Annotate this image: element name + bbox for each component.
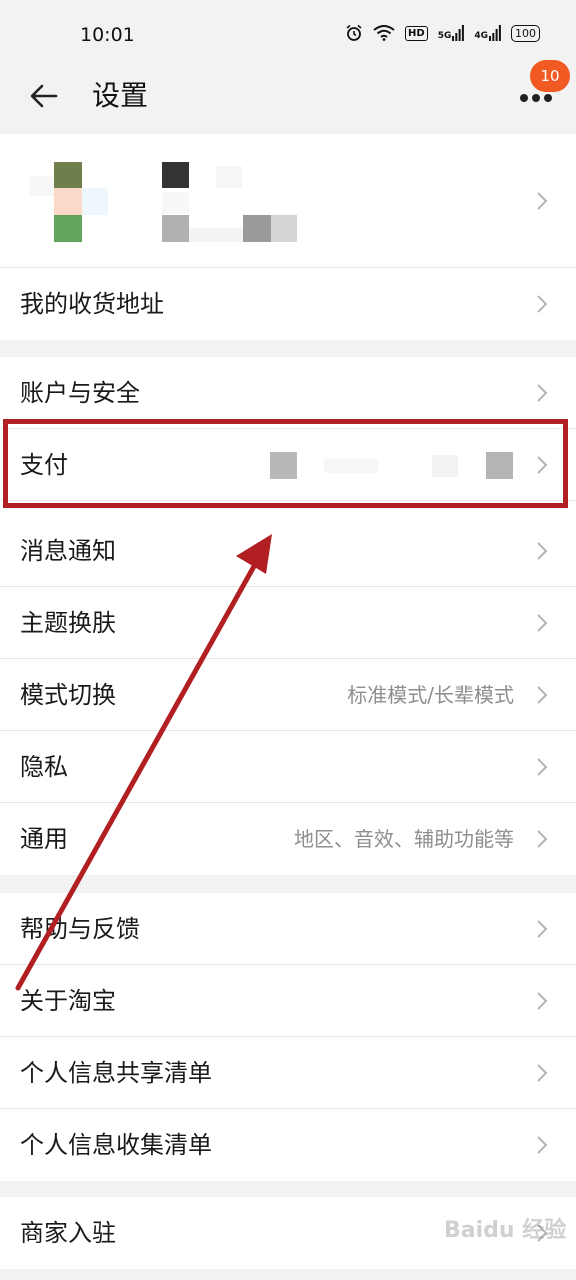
username-blur (162, 192, 189, 214)
help-feedback-row[interactable]: 帮助与反馈 (0, 893, 576, 965)
mode-switch-value: 标准模式/长辈模式 (347, 683, 514, 707)
highlight-box (3, 419, 568, 508)
hd-badge: HD (405, 25, 428, 41)
alarm-icon (346, 24, 362, 41)
status-time: 10:01 (80, 24, 135, 46)
notification-label: 消息通知 (20, 537, 116, 565)
mode-switch-label: 模式切换 (20, 681, 116, 709)
chevron-right-icon (537, 542, 548, 560)
nickname-blur (271, 215, 297, 242)
profile-card: 我的收货地址 (0, 134, 576, 340)
chevron-right-icon (537, 614, 548, 632)
share-list-label: 个人信息共享清单 (20, 1059, 212, 1087)
page-title: 设置 (92, 79, 149, 112)
status-icons: HD 5G 4G 100 (345, 24, 540, 42)
merchant-label: 商家入驻 (20, 1219, 116, 1247)
chevron-right-icon (537, 295, 548, 313)
info-card: 帮助与反馈 关于淘宝 个人信息共享清单 个人信息收集清单 (0, 893, 576, 1181)
address-row[interactable]: 我的收货地址 (0, 268, 576, 340)
chevron-right-icon (537, 992, 548, 1010)
nickname-blur (189, 228, 243, 242)
signal-bars-icon (452, 25, 465, 41)
signal-4g: 4G (474, 25, 501, 41)
status-bar: 10:01 HD 5G 4G 100 (0, 0, 576, 58)
chevron-right-icon (537, 192, 548, 210)
share-list-row[interactable]: 个人信息共享清单 (0, 1037, 576, 1109)
notification-row[interactable]: 消息通知 (0, 515, 576, 587)
notification-badge: 10 (530, 60, 570, 92)
nickname-blur (162, 215, 189, 242)
signal-bars-icon (489, 25, 501, 41)
chevron-right-icon (537, 758, 548, 776)
general-value: 地区、音效、辅助功能等 (294, 827, 514, 851)
collect-list-row[interactable]: 个人信息收集清单 (0, 1109, 576, 1181)
nav-bar: 设置 (0, 58, 576, 134)
chevron-right-icon (537, 830, 548, 848)
privacy-row[interactable]: 隐私 (0, 731, 576, 803)
signal-5g: 5G (438, 25, 465, 41)
back-arrow-icon[interactable] (26, 78, 62, 114)
about-label: 关于淘宝 (20, 987, 116, 1015)
chevron-right-icon (537, 1136, 548, 1154)
avatar-pixel (54, 215, 82, 242)
username-blur (162, 162, 189, 188)
collect-list-label: 个人信息收集清单 (20, 1131, 212, 1159)
profile-row[interactable] (0, 134, 576, 268)
general-label: 通用 (20, 825, 68, 853)
help-feedback-label: 帮助与反馈 (20, 915, 140, 943)
nickname-blur (243, 215, 271, 242)
avatar (54, 162, 82, 188)
battery-icon: 100 (511, 24, 540, 42)
avatar-pixel (54, 188, 82, 215)
chevron-right-icon (537, 384, 548, 402)
privacy-label: 隐私 (20, 753, 68, 781)
about-row[interactable]: 关于淘宝 (0, 965, 576, 1037)
username-blur (216, 166, 242, 188)
chevron-right-icon (537, 1064, 548, 1082)
watermark: Baidu 经验 (444, 1218, 567, 1243)
avatar-pixel (82, 188, 108, 215)
theme-label: 主题换肤 (20, 609, 116, 637)
wifi-icon (373, 25, 395, 41)
address-label: 我的收货地址 (20, 290, 164, 318)
general-row[interactable]: 通用 地区、音效、辅助功能等 (0, 803, 576, 875)
chevron-right-icon (537, 920, 548, 938)
avatar-pixel (30, 176, 54, 196)
chevron-right-icon (537, 686, 548, 704)
mode-switch-row[interactable]: 模式切换 标准模式/长辈模式 (0, 659, 576, 731)
theme-row[interactable]: 主题换肤 (0, 587, 576, 659)
